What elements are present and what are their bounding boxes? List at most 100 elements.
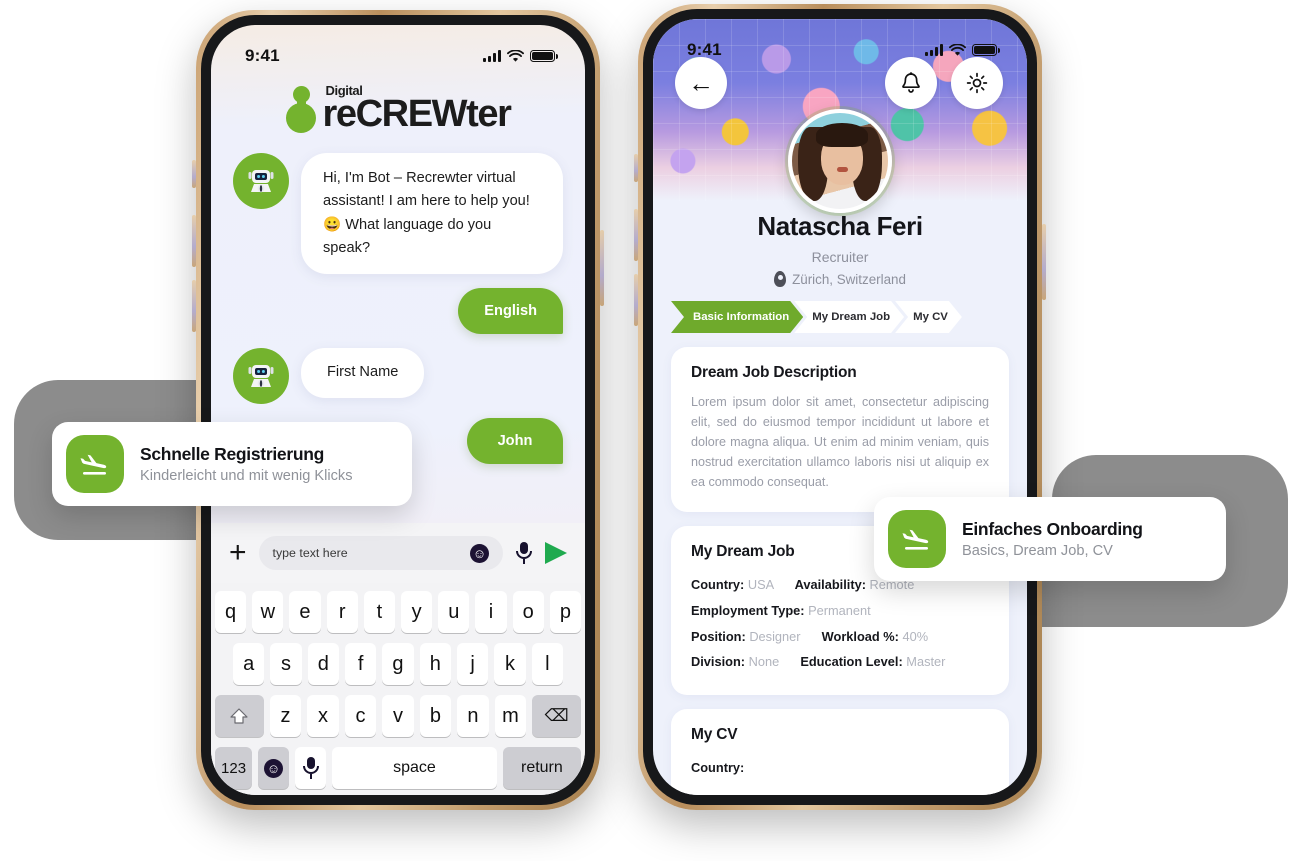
field-row: Division: None Education Level: Master (691, 649, 989, 675)
key-j[interactable]: j (456, 643, 489, 685)
phone-bezel-right: 9:41 ← Natascha Feri Recruiter Zürich, S… (643, 9, 1037, 805)
field-value-employment-type: Permanent (808, 603, 871, 619)
status-bar-left: 9:41 (211, 25, 585, 73)
message-input-field[interactable]: type text here ☺ (258, 536, 503, 570)
emoji-smiley-icon[interactable]: ☺ (470, 543, 489, 563)
key-q[interactable]: q (214, 591, 247, 633)
map-pin-icon (774, 271, 787, 287)
key-c[interactable]: c (344, 695, 377, 737)
key-l[interactable]: l (531, 643, 563, 685)
key-s[interactable]: s (270, 643, 302, 685)
field-row: Employment Type: Permanent (691, 598, 989, 624)
key-d[interactable]: d (307, 643, 339, 685)
feature-callout-onboarding: Einfaches Onboarding Basics, Dream Job, … (874, 497, 1226, 581)
field-key-cv-country: Country: (691, 759, 745, 775)
wifi-icon (949, 43, 966, 56)
key-x[interactable]: x (307, 695, 339, 737)
field-key-country: Country: (691, 577, 745, 593)
key-u[interactable]: u (438, 591, 470, 633)
profile-summary: Natascha Feri Recruiter Zürich, Switzerl… (653, 201, 1027, 287)
key-k[interactable]: k (494, 643, 526, 685)
phone-mute-switch[interactable] (634, 154, 638, 182)
keyboard-row-4: 123 ☺ space return (215, 747, 581, 789)
key-f[interactable]: f (345, 643, 377, 685)
field-value-education-level: Master (906, 654, 946, 670)
emoji-smiley-icon[interactable]: ☺ (258, 747, 290, 789)
delete-backspace-icon[interactable]: ⌫ (532, 695, 581, 737)
key-b[interactable]: b (419, 695, 452, 737)
shift-arrow-icon[interactable] (215, 695, 264, 737)
user-profile-photo[interactable] (788, 109, 892, 213)
microphone-icon[interactable] (515, 542, 533, 564)
key-i[interactable]: i (475, 591, 507, 633)
key-m[interactable]: m (494, 695, 527, 737)
key-z[interactable]: z (269, 695, 302, 737)
bot-message-bubble: First Name (301, 348, 425, 398)
cellular-bars-icon (483, 50, 501, 62)
key-a[interactable]: a (233, 643, 265, 685)
profile-name: Natascha Feri (757, 211, 923, 241)
key-e[interactable]: e (289, 591, 321, 633)
profile-role: Recruiter (811, 249, 869, 265)
field-row: Position: Designer Workload %: 40% (691, 624, 989, 650)
robot-avatar-icon (233, 153, 289, 209)
phone-mockup-right: 9:41 ← Natascha Feri Recruiter Zürich, S… (634, 4, 1046, 810)
phone-power-button[interactable] (600, 230, 604, 306)
status-time: 9:41 (245, 46, 280, 65)
add-attachment-icon[interactable]: + (229, 538, 247, 568)
callout-subtitle: Basics, Dream Job, CV (962, 543, 1113, 559)
key-t[interactable]: t (363, 591, 395, 633)
phone-volume-up-button[interactable] (634, 209, 638, 261)
phone-volume-up-button[interactable] (192, 215, 196, 267)
phone-bezel-left: 9:41 Digital reCREWter Hi, I'm Bot – Rec… (201, 15, 595, 805)
phone-volume-down-button[interactable] (192, 280, 196, 332)
feature-callout-registration: Schnelle Registrierung Kinderleicht und … (52, 422, 412, 506)
phone-volume-down-button[interactable] (634, 274, 638, 326)
microphone-icon[interactable] (295, 747, 327, 789)
field-value-workload: 40% (902, 628, 929, 644)
chat-input-bar: + type text here ☺ (211, 523, 585, 583)
keyboard-row-2: a s d f g h j k l (215, 643, 581, 685)
callout-text: Schnelle Registrierung Kinderleicht und … (140, 444, 353, 484)
card-title: My CV (691, 725, 738, 743)
key-y[interactable]: y (401, 591, 433, 633)
chat-row-bot-greeting: Hi, I'm Bot – Recrewter virtual assistan… (233, 153, 563, 275)
phone-power-button[interactable] (1042, 224, 1046, 300)
key-n[interactable]: n (457, 695, 489, 737)
key-h[interactable]: h (419, 643, 451, 685)
user-message-bubble[interactable]: English (458, 288, 563, 335)
key-p[interactable]: p (549, 591, 582, 633)
card-my-cv: My CV Country: (671, 708, 1009, 795)
card-title: Dream Job Description (691, 364, 857, 381)
chat-row-bot-firstname: First Name (233, 348, 563, 405)
message-input-placeholder: type text here (272, 546, 348, 560)
tab-my-dream-job[interactable]: My Dream Job (794, 301, 904, 333)
key-v[interactable]: v (382, 695, 414, 737)
status-time: 9:41 (687, 40, 722, 59)
on-screen-keyboard: q w e r t y u i o p a s d f g h j k l z … (211, 583, 585, 795)
callout-title: Schnelle Registrierung (140, 444, 325, 464)
tab-basic-information[interactable]: Basic Information (671, 301, 803, 333)
status-icons (925, 43, 1000, 57)
app-logo: Digital reCREWter (211, 83, 585, 139)
phone-mute-switch[interactable] (192, 160, 196, 188)
key-r[interactable]: r (326, 591, 358, 633)
key-g[interactable]: g (382, 643, 414, 685)
key-w[interactable]: w (252, 591, 284, 633)
card-dream-job-description: Dream Job Description Lorem ipsum dolor … (671, 347, 1009, 513)
return-key[interactable]: return (502, 747, 581, 789)
field-key-employment-type: Employment Type: (691, 603, 805, 619)
space-key[interactable]: space (332, 747, 497, 789)
tab-my-cv[interactable]: My CV (895, 301, 962, 333)
logo-big-text: reCREWter (322, 93, 512, 135)
profile-tabs: Basic Information My Dream Job My CV (653, 301, 1027, 333)
field-key-education-level: Education Level: (800, 654, 903, 670)
send-arrow-icon[interactable] (545, 542, 567, 564)
key-o[interactable]: o (512, 591, 544, 633)
cellular-bars-icon (925, 44, 943, 56)
status-bar-right: 9:41 (653, 19, 1027, 67)
wifi-icon (507, 49, 524, 62)
numbers-key[interactable]: 123 (215, 747, 253, 789)
field-value-country: USA (747, 577, 774, 593)
user-message-bubble[interactable]: John (467, 418, 563, 465)
